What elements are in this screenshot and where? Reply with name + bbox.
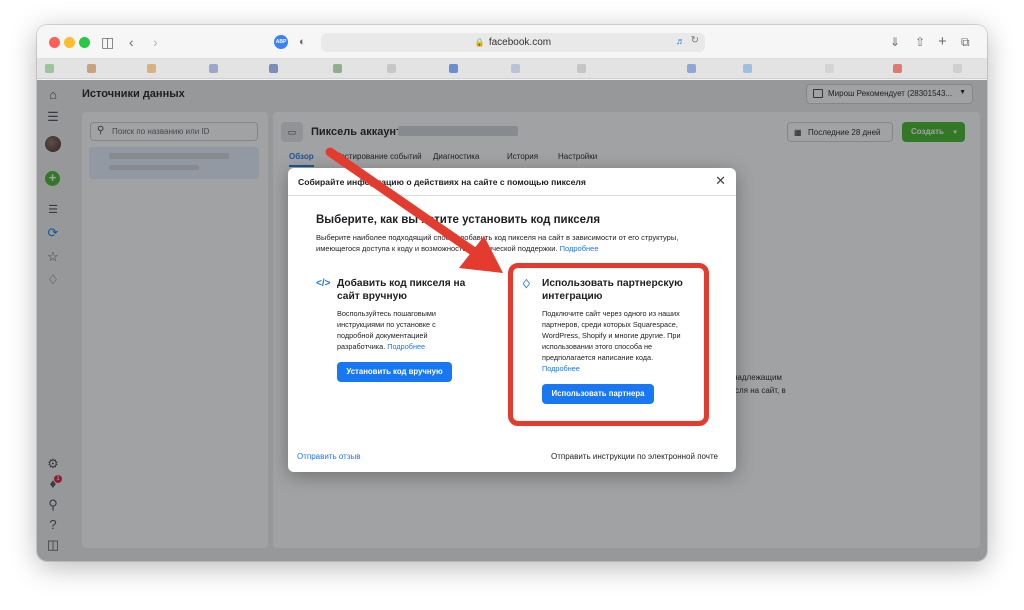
annotation-arrow-icon <box>325 147 503 273</box>
